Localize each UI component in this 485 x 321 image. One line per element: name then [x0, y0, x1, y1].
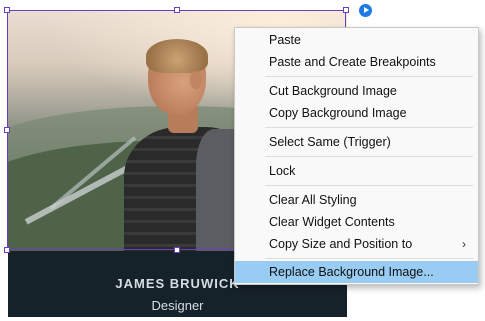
hair [146, 39, 208, 73]
menu-separator [265, 76, 473, 77]
resize-handle-bottom-left[interactable] [4, 247, 10, 253]
menu-item-lock[interactable]: Lock [235, 160, 478, 182]
resize-handle-top-right[interactable] [343, 7, 349, 13]
resize-handle-top[interactable] [174, 7, 180, 13]
ear [190, 71, 202, 89]
menu-separator [265, 258, 473, 259]
play-icon[interactable] [359, 4, 372, 17]
menu-item-copy-size-position[interactable]: Copy Size and Position to › [235, 233, 478, 255]
menu-item-label: Select Same (Trigger) [269, 135, 391, 149]
resize-handle-bottom[interactable] [174, 247, 180, 253]
context-menu: Paste Paste and Create Breakpoints Cut B… [234, 27, 479, 285]
menu-item-label: Replace Background Image... [269, 265, 434, 279]
menu-item-label: Copy Background Image [269, 106, 407, 120]
menu-separator [265, 156, 473, 157]
resize-handle-top-left[interactable] [4, 7, 10, 13]
menu-item-clear-widget-contents[interactable]: Clear Widget Contents [235, 211, 478, 233]
menu-item-replace-background-image[interactable]: Replace Background Image... [235, 261, 478, 283]
menu-item-label: Copy Size and Position to [269, 237, 413, 251]
menu-item-label: Paste [269, 33, 301, 47]
menu-item-clear-all-styling[interactable]: Clear All Styling [235, 189, 478, 211]
menu-item-label: Paste and Create Breakpoints [269, 55, 436, 69]
menu-item-select-same-trigger[interactable]: Select Same (Trigger) [235, 131, 478, 153]
menu-item-label: Lock [269, 164, 296, 178]
menu-separator [265, 185, 473, 186]
menu-separator [265, 127, 473, 128]
menu-item-cut-background-image[interactable]: Cut Background Image [235, 80, 478, 102]
resize-handle-left[interactable] [4, 127, 10, 133]
menu-item-paste-create-breakpoints[interactable]: Paste and Create Breakpoints [235, 51, 478, 73]
menu-item-label: Clear Widget Contents [269, 215, 395, 229]
menu-item-copy-background-image[interactable]: Copy Background Image [235, 102, 478, 124]
menu-item-paste[interactable]: Paste [235, 29, 478, 51]
menu-item-label: Clear All Styling [269, 193, 357, 207]
chevron-right-icon: › [462, 237, 466, 251]
person-role: Designer [151, 298, 204, 313]
menu-item-label: Cut Background Image [269, 84, 397, 98]
